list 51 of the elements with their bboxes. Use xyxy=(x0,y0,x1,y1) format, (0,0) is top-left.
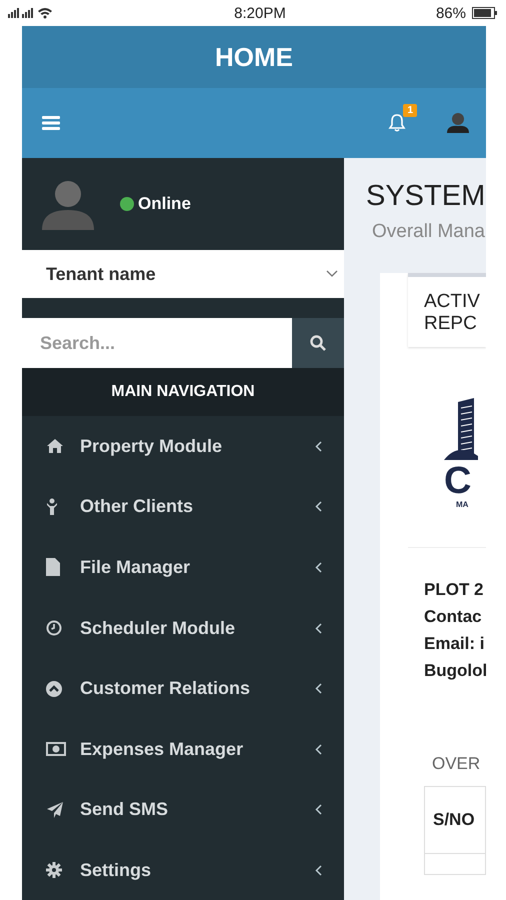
notification-bell-icon[interactable] xyxy=(388,113,406,133)
chevron-left-icon xyxy=(315,683,322,694)
table-header: S/NO xyxy=(425,787,485,854)
user-icon[interactable] xyxy=(446,112,470,134)
nav-item[interactable]: Customer Relations xyxy=(22,658,344,719)
address-line: Bugolol xyxy=(424,660,486,682)
chevron-left-icon xyxy=(315,622,322,634)
search-icon xyxy=(309,334,327,352)
nav-item[interactable]: Scheduler Module xyxy=(22,598,344,658)
file-icon xyxy=(46,558,60,576)
chevron-circle-icon xyxy=(46,680,62,697)
nav-item[interactable]: Send SMS xyxy=(22,780,344,840)
building-icon xyxy=(444,396,478,462)
user-status: Online xyxy=(138,194,191,214)
money-icon xyxy=(46,742,66,756)
page-subtitle: Overall Mana xyxy=(372,221,486,243)
card-title: ACTIV REPC xyxy=(424,291,481,335)
chevron-left-icon xyxy=(315,501,322,512)
menu-icon[interactable] xyxy=(42,116,60,130)
search-button[interactable] xyxy=(292,318,344,368)
chevron-down-icon xyxy=(326,270,338,278)
nav-item[interactable]: Property Module xyxy=(22,416,344,477)
page-title: HOME xyxy=(215,42,293,72)
clock-icon xyxy=(46,620,62,636)
nav-item[interactable]: Other Clients xyxy=(22,476,344,538)
chevron-left-icon xyxy=(315,440,322,452)
home-icon xyxy=(46,438,64,454)
address-line: Email: i xyxy=(424,633,486,655)
status-time: 8:20PM xyxy=(233,4,287,22)
chevron-left-icon xyxy=(315,864,322,876)
nav-item[interactable]: File Manager xyxy=(22,537,344,598)
signal-icon xyxy=(8,7,54,19)
search-field[interactable]: Search... xyxy=(22,318,292,368)
notification-count: 1 xyxy=(403,104,417,117)
paper-plane-icon xyxy=(46,800,64,819)
battery-icon xyxy=(472,7,498,19)
settings-icon xyxy=(46,862,62,878)
page-heading: SYSTEM xyxy=(366,180,486,213)
person-icon xyxy=(46,498,58,516)
section-title: OVER xyxy=(431,754,482,774)
tenant-select[interactable]: Tenant name xyxy=(22,250,344,298)
nav-item[interactable]: Settings xyxy=(22,840,344,900)
address-line: PLOT 2 xyxy=(424,579,485,601)
address-line: Contac xyxy=(424,606,483,628)
nav-item[interactable]: Expenses Manager xyxy=(22,718,344,780)
chevron-left-icon xyxy=(315,804,322,816)
chevron-left-icon xyxy=(315,744,322,755)
chevron-left-icon xyxy=(315,562,322,573)
company-logo: C MA xyxy=(408,357,486,548)
nav-heading: MAIN NAVIGATION xyxy=(111,383,255,401)
battery-percent: 86% xyxy=(436,4,466,22)
